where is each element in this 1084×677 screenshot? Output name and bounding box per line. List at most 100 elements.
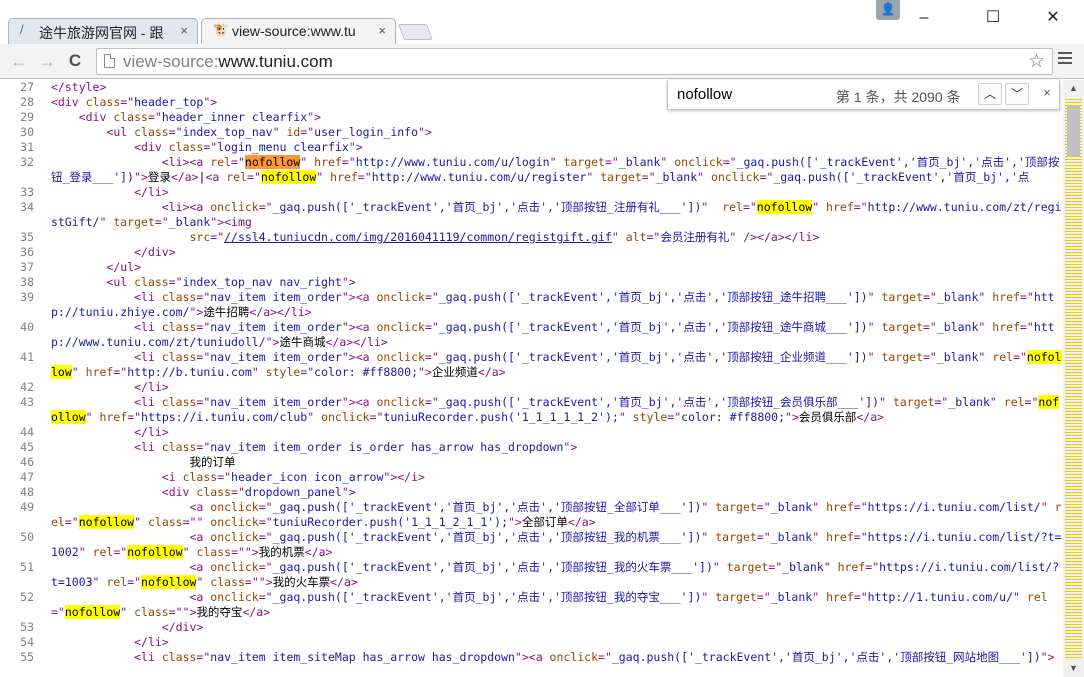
code-token: =" xyxy=(113,545,128,559)
find-next-button[interactable]: ﹀ xyxy=(1005,83,1029,105)
new-tab-button[interactable] xyxy=(398,24,433,40)
code-token: _blank xyxy=(782,560,824,574)
tab-tuniu-home[interactable]: / 途牛旅游网官网 - 跟 × xyxy=(8,18,198,44)
code-token: =" xyxy=(127,575,142,589)
code-token: tuniuRecorder.push('1_1_1_2_1_1'); xyxy=(272,515,509,529)
line-code: <ul class="index_top_nav nav_right"> xyxy=(40,275,1063,290)
code-token: " xyxy=(196,575,211,589)
reload-button[interactable]: C xyxy=(64,50,86,72)
tab-view-source[interactable]: 🐮 view-source:www.tu × xyxy=(201,18,396,44)
code-token: _gaq.push(['_trackEvent','首页_bj','点击','顶… xyxy=(272,500,702,514)
code-token: =" xyxy=(113,365,128,379)
source-line: 50 <a onclick="_gaq.push(['_trackEvent',… xyxy=(0,530,1063,560)
code-token: onclick xyxy=(210,500,259,514)
code-token: =" xyxy=(300,365,315,379)
bookmark-star-icon[interactable]: ☆ xyxy=(1028,50,1045,73)
code-token: </li> xyxy=(134,425,169,439)
source-line: 31 <div class="login_menu clearfix"> xyxy=(0,140,1063,155)
code-token: rel xyxy=(722,200,743,214)
close-tab-icon[interactable]: × xyxy=(180,23,188,38)
code-token: </a> xyxy=(477,365,506,379)
close-tab-icon[interactable]: × xyxy=(378,23,386,38)
code-token: href xyxy=(992,290,1020,304)
line-code: <a onclick="_gaq.push(['_trackEvent','首页… xyxy=(40,500,1063,530)
code-token: " xyxy=(1013,590,1027,604)
code-token: <li xyxy=(134,395,162,409)
scroll-down-arrow-icon[interactable]: ▼ xyxy=(1063,660,1084,677)
code-token: href xyxy=(826,500,854,514)
code-token: index_top_nav xyxy=(182,125,273,139)
code-token: =" xyxy=(923,290,937,304)
code-token: " xyxy=(701,530,716,544)
code-token: <li xyxy=(134,650,162,664)
close-window-button[interactable]: ✕ xyxy=(1030,0,1076,36)
code-token: <a xyxy=(205,170,227,184)
maximize-button[interactable]: ☐ xyxy=(970,0,1016,36)
code-token: class xyxy=(196,545,232,559)
code-token: "> xyxy=(341,485,356,499)
code-token: class xyxy=(196,485,232,499)
code-token: =" xyxy=(1024,395,1039,409)
scroll-thumb[interactable] xyxy=(1067,106,1080,156)
code-token: " xyxy=(712,560,727,574)
code-token: nav_item item_order xyxy=(210,320,342,334)
user-profile-icon[interactable]: 👤 xyxy=(876,0,900,20)
code-token: =" xyxy=(196,650,211,664)
code-token: header_inner clearfix xyxy=(161,110,308,124)
source-link[interactable]: //ssl4.tuniucdn.com/img/2016041119/commo… xyxy=(224,230,612,244)
code-token: =" xyxy=(742,200,757,214)
address-bar[interactable]: view-source:www.tuniu.com ☆ xyxy=(96,48,1053,75)
forward-button[interactable]: → xyxy=(36,50,58,72)
source-line: 35 src="//ssl4.tuniucdn.com/img/20160411… xyxy=(0,230,1063,245)
find-input[interactable]: nofollow xyxy=(677,86,732,103)
code-token: " xyxy=(611,230,626,244)
url-host: www.tuniu.com xyxy=(218,52,333,71)
code-token: </a> xyxy=(330,575,358,589)
code-token: =" xyxy=(424,290,439,304)
page-icon xyxy=(104,54,115,68)
code-token: =" xyxy=(853,590,868,604)
minimize-button[interactable]: – xyxy=(901,0,947,36)
code-token: rel xyxy=(992,350,1014,364)
code-token: " xyxy=(879,395,893,409)
line-code: </li> xyxy=(40,380,1063,395)
code-token: onclick xyxy=(210,530,259,544)
line-number: 36 xyxy=(20,245,34,259)
code-token: " xyxy=(586,170,601,184)
line-code: <i class="header_icon icon_arrow"></i> xyxy=(40,470,1063,485)
code-token: "> xyxy=(203,95,218,109)
scrollbar[interactable]: ▲ ▼ xyxy=(1063,80,1084,677)
code-token: " xyxy=(92,575,107,589)
scroll-up-arrow-icon[interactable]: ▲ xyxy=(1063,80,1084,97)
code-token: " xyxy=(701,500,716,514)
code-token: _blank xyxy=(936,350,979,364)
line-number: 45 xyxy=(20,440,34,454)
code-token: =" xyxy=(1019,320,1034,334)
line-number: 34 xyxy=(20,200,34,214)
line-number: 32 xyxy=(20,155,34,169)
code-token: "> xyxy=(341,275,356,289)
back-button[interactable]: ← xyxy=(8,50,30,72)
code-token: " xyxy=(549,155,564,169)
source-line: 53 </div> xyxy=(0,620,1063,635)
code-token: 会员俱乐部 xyxy=(798,410,857,424)
code-token: 我的夺宝 xyxy=(196,605,243,619)
code-token: =" xyxy=(168,275,183,289)
code-token: =" xyxy=(598,650,612,664)
find-close-button[interactable]: × xyxy=(1038,85,1056,105)
code-token: </ul> xyxy=(106,260,142,274)
find-previous-button[interactable]: ︿ xyxy=(978,83,1002,105)
source-line: 39 <li class="nav_item item_order"><a on… xyxy=(0,290,1063,320)
menu-icon[interactable] xyxy=(1058,52,1072,67)
source-line: 30 <ul class="index_top_nav" id="user_lo… xyxy=(0,125,1063,140)
line-code: </div> xyxy=(40,620,1063,635)
code-token: class xyxy=(134,605,169,619)
code-token: =" xyxy=(258,590,273,604)
code-token: =" xyxy=(258,530,273,544)
line-code: <li><a onclick="_gaq.push(['_trackEvent'… xyxy=(40,200,1063,230)
